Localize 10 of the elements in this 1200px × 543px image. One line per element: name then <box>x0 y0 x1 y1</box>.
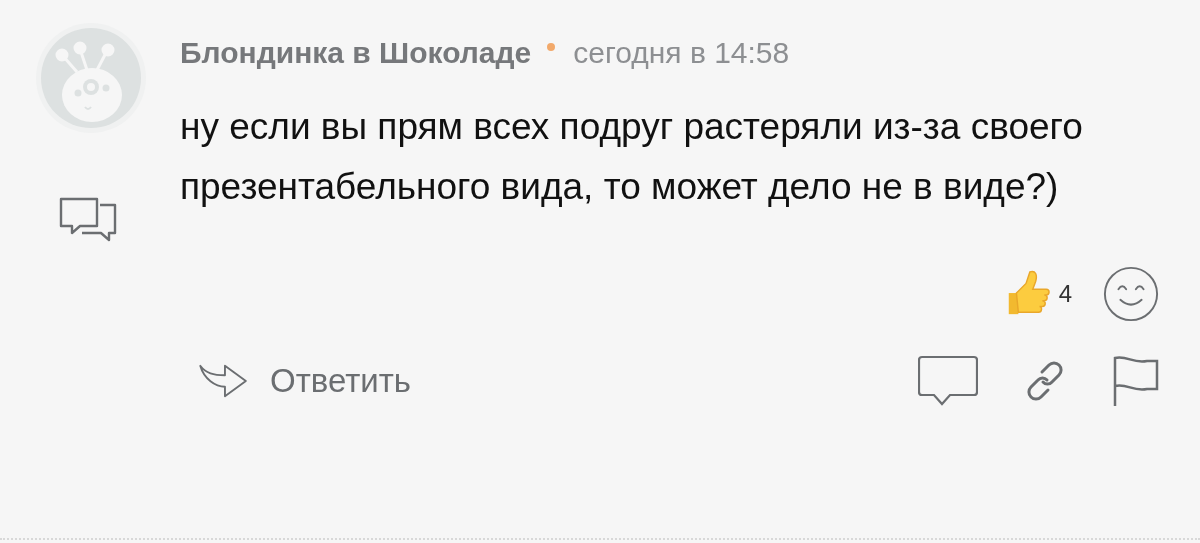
reply-button[interactable]: Ответить <box>180 362 412 400</box>
like-reaction[interactable]: 4 <box>1002 270 1072 318</box>
author-name[interactable]: Блондинка в Шоколаде <box>180 36 532 70</box>
reply-arrow-icon <box>198 362 250 400</box>
smiley-icon[interactable] <box>1102 265 1160 323</box>
flag-icon[interactable] <box>1112 355 1160 407</box>
comment-text: ну если вы прям всех подруг растеряли из-за своего презентабельного вида, то может дело не в виде?) <box>180 105 1084 209</box>
comment-time: сегодня в 14:58 <box>573 36 790 70</box>
comment-icon[interactable] <box>918 355 978 407</box>
online-dot-icon <box>547 43 556 51</box>
